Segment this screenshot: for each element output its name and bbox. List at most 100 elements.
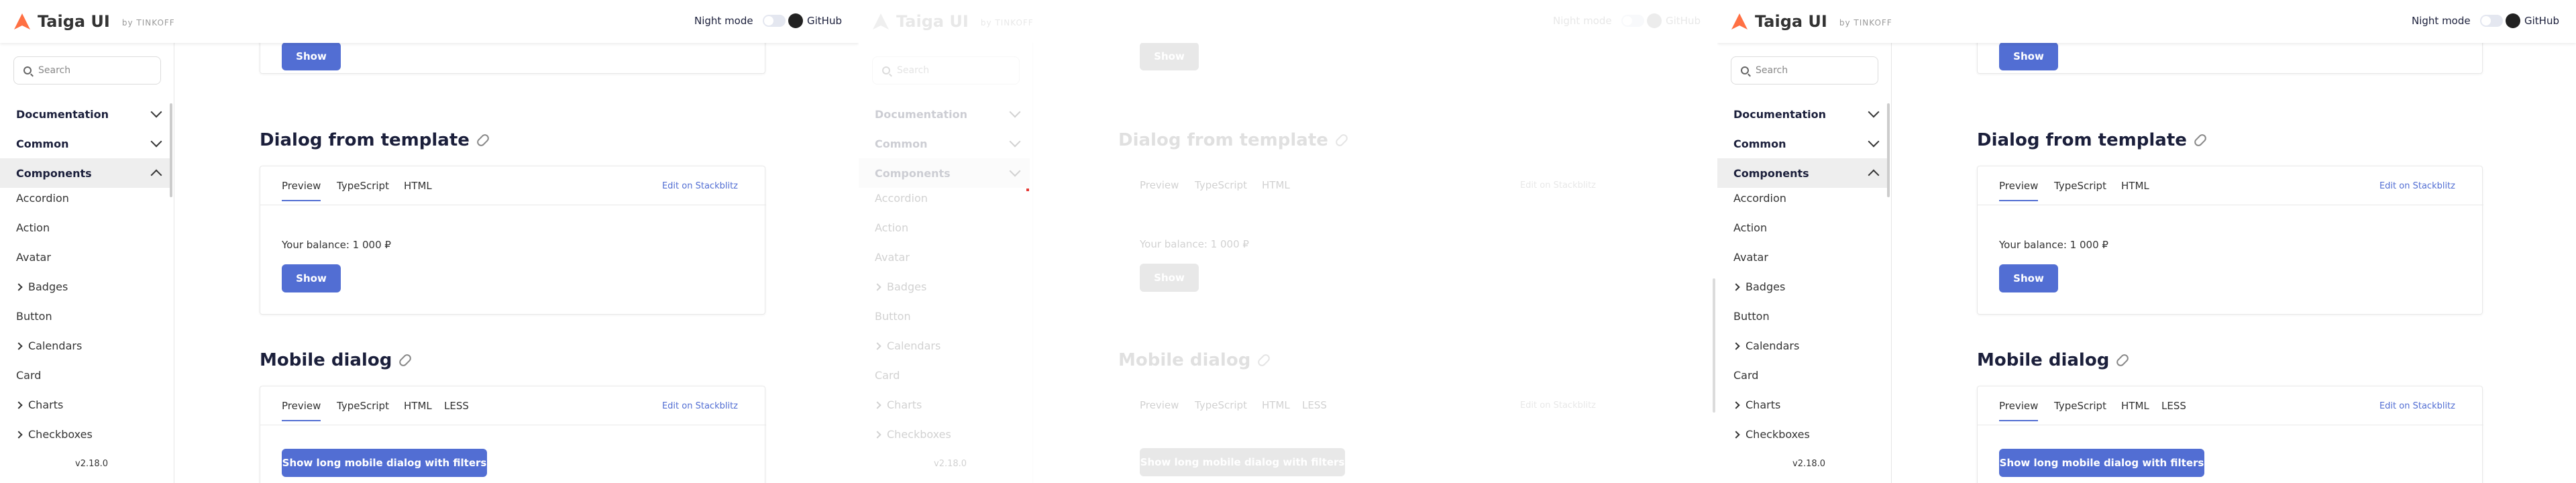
cursor-marker (1026, 189, 1029, 191)
sidebar-item-charts[interactable]: Charts (873, 398, 922, 411)
github-link[interactable]: GitHub (788, 13, 842, 28)
sidebar-item-accordion[interactable]: Accordion (16, 192, 69, 205)
logo[interactable]: Taiga UI by TINKOFF (1731, 12, 1892, 31)
nav-section-documentation[interactable]: Documentation (0, 99, 171, 129)
tab-typescript[interactable]: TypeScript (1195, 399, 1247, 411)
demo-tabs: Preview TypeScript HTML LESS Edit on Sta… (1978, 386, 2483, 425)
nav-section-components[interactable]: Components (859, 158, 1030, 188)
sidebar-item-button[interactable]: Button (16, 310, 52, 323)
sidebar-item-accordion[interactable]: Accordion (875, 192, 928, 205)
night-mode-toggle[interactable] (762, 15, 786, 27)
tab-typescript[interactable]: TypeScript (337, 180, 389, 192)
sidebar-item-avatar[interactable]: Avatar (1733, 251, 1768, 264)
tab-html[interactable]: HTML (1262, 179, 1290, 191)
stackblitz-link[interactable]: Edit on Stackblitz (662, 181, 738, 191)
nav-section-documentation[interactable]: Documentation (1717, 99, 1888, 129)
tab-preview[interactable]: Preview (1999, 180, 2039, 201)
nav-section-common[interactable]: Common (1717, 129, 1888, 158)
link-icon[interactable] (397, 352, 413, 368)
link-icon[interactable] (1334, 132, 1350, 148)
nav-section-label: Documentation (16, 107, 109, 121)
tab-html[interactable]: HTML (404, 180, 432, 192)
link-icon[interactable] (2114, 352, 2131, 368)
sidebar-item-card[interactable]: Card (1733, 369, 1758, 382)
search-input[interactable]: Search (1731, 56, 1878, 85)
stackblitz-link[interactable]: Edit on Stackblitz (2379, 401, 2455, 411)
tab-typescript[interactable]: TypeScript (1195, 179, 1247, 191)
show-button[interactable]: Show (1999, 42, 2058, 70)
nav-section-components[interactable]: Components (1717, 158, 1888, 188)
tab-less[interactable]: LESS (1302, 399, 1327, 411)
sidebar-item-calendars[interactable]: Calendars (873, 339, 941, 352)
show-button[interactable]: Show (1140, 42, 1199, 70)
sidebar-item-accordion[interactable]: Accordion (1733, 192, 1786, 205)
tab-less[interactable]: LESS (2161, 400, 2186, 412)
show-button[interactable]: Show (1999, 264, 2058, 292)
sidebar-item-button[interactable]: Button (1733, 310, 1770, 323)
tab-preview[interactable]: Preview (1140, 179, 1179, 191)
sidebar-item-avatar[interactable]: Avatar (875, 251, 910, 264)
nav-section-documentation[interactable]: Documentation (859, 99, 1030, 129)
nav-section-common[interactable]: Common (0, 129, 171, 158)
stackblitz-link[interactable]: Edit on Stackblitz (662, 401, 738, 411)
github-link[interactable]: GitHub (1647, 13, 1701, 28)
nav-section-components[interactable]: Components (0, 158, 171, 188)
sidebar-item-checkboxes[interactable]: Checkboxes (15, 428, 93, 441)
sidebar-item-charts[interactable]: Charts (15, 398, 64, 411)
tab-html[interactable]: HTML (2121, 180, 2149, 192)
sidebar-scrollbar[interactable] (1887, 103, 1890, 197)
night-mode-toggle[interactable] (2479, 15, 2503, 27)
show-button[interactable]: Show (282, 42, 341, 70)
sidebar-item-label: Charts (28, 398, 64, 411)
sidebar-item-action[interactable]: Action (875, 221, 908, 234)
tab-html[interactable]: HTML (1262, 399, 1290, 411)
tab-less[interactable]: LESS (444, 400, 469, 412)
night-mode-toggle[interactable] (1621, 15, 1644, 27)
logo[interactable]: Taiga UI by TINKOFF (872, 12, 1034, 31)
taiga-logo-icon (873, 13, 889, 30)
stackblitz-link[interactable]: Edit on Stackblitz (2379, 181, 2455, 191)
sidebar-item-checkboxes[interactable]: Checkboxes (873, 428, 951, 441)
sidebar-item-label: Calendars (28, 339, 83, 352)
sidebar-item-checkboxes[interactable]: Checkboxes (1732, 428, 1810, 441)
link-icon[interactable] (475, 132, 491, 148)
show-mobile-dialog-button[interactable]: Show long mobile dialog with filters (282, 449, 487, 477)
link-icon[interactable] (1256, 352, 1272, 368)
sidebar-item-card[interactable]: Card (16, 369, 41, 382)
tab-typescript[interactable]: TypeScript (2054, 180, 2106, 192)
sidebar-item-badges[interactable]: Badges (1732, 280, 1785, 293)
nav-section-label: Common (1733, 137, 1786, 150)
sidebar-item-calendars[interactable]: Calendars (15, 339, 83, 352)
sidebar-item-button[interactable]: Button (875, 310, 911, 323)
sidebar-item-action[interactable]: Action (16, 221, 50, 234)
show-mobile-dialog-button[interactable]: Show long mobile dialog with filters (1999, 449, 2204, 477)
stackblitz-link[interactable]: Edit on Stackblitz (1520, 400, 1596, 411)
sidebar-item-badges[interactable]: Badges (873, 280, 926, 293)
tab-html[interactable]: HTML (2121, 400, 2149, 412)
search-input[interactable]: Search (13, 56, 161, 85)
show-mobile-dialog-button[interactable]: Show long mobile dialog with filters (1140, 448, 1345, 476)
show-button[interactable]: Show (282, 264, 341, 292)
logo[interactable]: Taiga UI by TINKOFF (13, 12, 175, 31)
stackblitz-link[interactable]: Edit on Stackblitz (1520, 180, 1596, 191)
link-icon[interactable] (2192, 132, 2208, 148)
tab-typescript[interactable]: TypeScript (2054, 400, 2106, 412)
tab-preview[interactable]: Preview (1140, 399, 1179, 411)
tab-preview[interactable]: Preview (282, 180, 321, 201)
nav-section-common[interactable]: Common (859, 129, 1030, 158)
page-scrollbar[interactable] (1713, 278, 1715, 413)
sidebar-item-badges[interactable]: Badges (15, 280, 68, 293)
tab-preview[interactable]: Preview (282, 400, 321, 421)
show-button[interactable]: Show (1140, 264, 1199, 292)
sidebar-item-avatar[interactable]: Avatar (16, 251, 51, 264)
sidebar-item-action[interactable]: Action (1733, 221, 1767, 234)
tab-html[interactable]: HTML (404, 400, 432, 412)
github-link[interactable]: GitHub (2506, 13, 2559, 28)
tab-preview[interactable]: Preview (1999, 400, 2039, 421)
sidebar-item-calendars[interactable]: Calendars (1732, 339, 1799, 352)
tab-typescript[interactable]: TypeScript (337, 400, 389, 412)
sidebar-item-card[interactable]: Card (875, 369, 900, 382)
search-input[interactable]: Search (872, 56, 1020, 85)
sidebar-item-charts[interactable]: Charts (1732, 398, 1780, 411)
sidebar-scrollbar[interactable] (170, 103, 172, 197)
